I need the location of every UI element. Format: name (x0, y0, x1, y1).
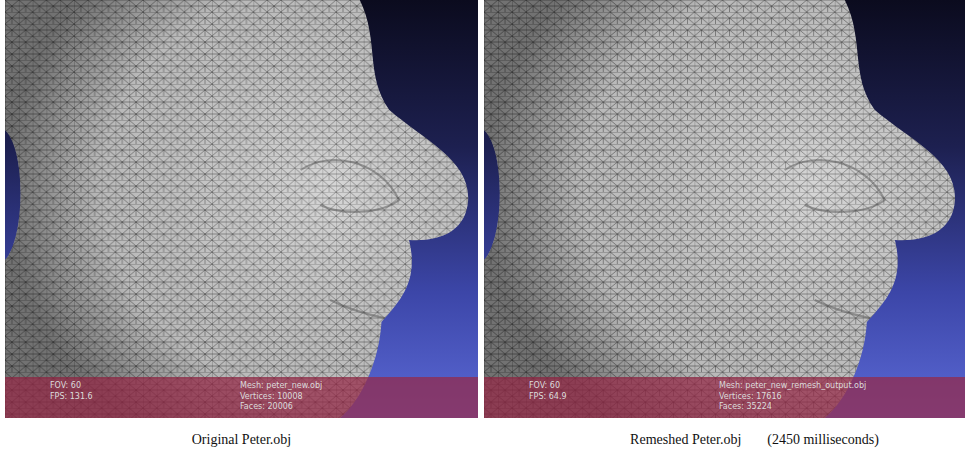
caption-text: Original Peter.obj (192, 432, 292, 448)
view-info: FOV: 60FPS: 64.9 (529, 381, 719, 418)
figure: FOV: 60FPS: 131.6Mesh: peter_new.objVert… (0, 0, 968, 456)
info-line: Vertices: 10008 (240, 392, 478, 403)
info-bar: FOV: 60FPS: 64.9Mesh: peter_new_remesh_o… (484, 377, 965, 418)
caption: Original Peter.obj (5, 432, 478, 448)
info-line: FPS: 64.9 (529, 392, 719, 403)
caption-text: Remeshed Peter.obj (630, 432, 741, 448)
info-line: Vertices: 17616 (719, 392, 965, 403)
panel-row: FOV: 60FPS: 131.6Mesh: peter_new.objVert… (0, 0, 968, 418)
info-line: FOV: 60 (50, 381, 240, 392)
info-line: FPS: 131.6 (50, 392, 240, 403)
view-info: FOV: 60FPS: 131.6 (50, 381, 240, 418)
mesh-render[interactable] (5, 0, 478, 418)
info-line: Mesh: peter_new_remesh_output.obj (719, 381, 965, 392)
viewport[interactable]: FOV: 60FPS: 131.6Mesh: peter_new.objVert… (5, 0, 478, 418)
caption-row: Original Peter.obj Remeshed Peter.obj (245… (0, 418, 968, 448)
info-line: FOV: 60 (529, 381, 719, 392)
mesh-render[interactable] (484, 0, 965, 418)
mesh-info: Mesh: peter_new.objVertices: 10008Faces:… (240, 381, 478, 418)
viewport[interactable]: FOV: 60FPS: 64.9Mesh: peter_new_remesh_o… (484, 0, 965, 418)
caption-text: (2450 milliseconds) (767, 432, 879, 448)
mesh-info: Mesh: peter_new_remesh_output.objVertice… (719, 381, 965, 418)
info-bar: FOV: 60FPS: 131.6Mesh: peter_new.objVert… (5, 377, 478, 418)
info-line: Faces: 35224 (719, 402, 965, 413)
info-line: Mesh: peter_new.obj (240, 381, 478, 392)
info-line: Faces: 20006 (240, 402, 478, 413)
caption: Remeshed Peter.obj (2450 milliseconds) (484, 432, 965, 448)
